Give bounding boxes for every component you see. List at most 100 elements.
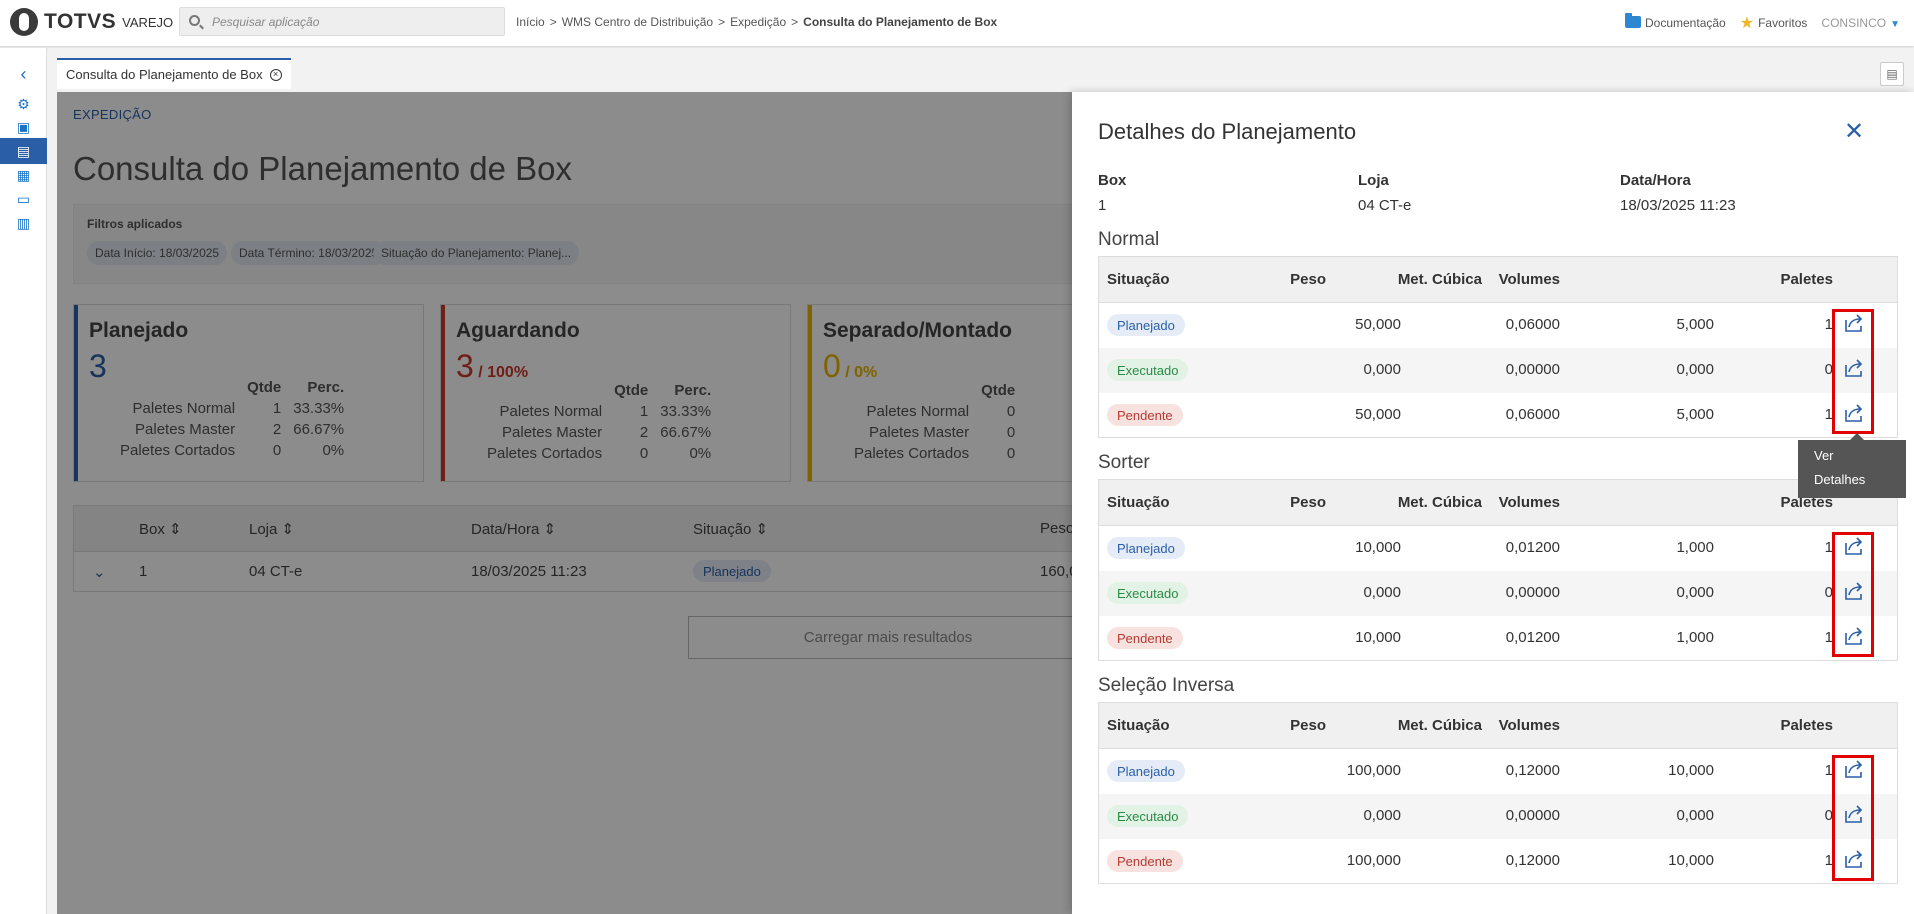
- panel-title: Detalhes do Planejamento: [1098, 119, 1357, 144]
- breadcrumb-wms[interactable]: WMS Centro de Distribuição: [562, 15, 713, 29]
- header-cubica: Met. Cúbica: [1397, 494, 1482, 511]
- brand-name: TOTVS: [44, 10, 117, 33]
- modal-backdrop[interactable]: [57, 92, 1072, 914]
- cell-peso: 10,000: [1355, 629, 1401, 646]
- table-row: Planejado 100,000 0,12000 10,000 1: [1099, 749, 1897, 794]
- top-bar: TOTVS VAREJO Início > WMS Centro de Dist…: [0, 0, 1914, 47]
- star-icon: ★: [1739, 15, 1755, 32]
- brand-product: VAREJO: [122, 14, 174, 30]
- folder-icon: [1625, 13, 1641, 28]
- documentation-link[interactable]: Documentação: [1625, 13, 1726, 30]
- documentation-label: Documentação: [1645, 16, 1726, 30]
- table-icon[interactable]: ▦: [0, 162, 47, 188]
- group-title-selecao-inversa: Seleção Inversa: [1098, 675, 1235, 696]
- close-tab-icon[interactable]: ×: [269, 68, 282, 81]
- cell-volumes: 1,000: [1676, 539, 1714, 556]
- table-row: Pendente 10,000 0,01200 1,000 1: [1099, 616, 1897, 660]
- cell-cubica: 0,12000: [1505, 762, 1560, 779]
- status-badge: Pendente: [1107, 404, 1183, 426]
- table-row: Executado 0,000 0,00000 0,000 0: [1099, 348, 1897, 393]
- header-situacao: Situação: [1107, 717, 1170, 734]
- cell-cubica: 0,00000: [1505, 361, 1560, 378]
- status-badge: Planejado: [1107, 314, 1185, 336]
- tab-label: Consulta do Planejamento de Box: [66, 67, 263, 82]
- breadcrumb-separator: >: [791, 15, 799, 29]
- selecao-inversa-table: Situação Peso Volumes Met. Cúbica Palete…: [1098, 702, 1898, 884]
- top-right-menu: Documentação ★ Favoritos CONSINCO ▼: [1625, 13, 1900, 33]
- cell-volumes: 10,000: [1668, 762, 1714, 779]
- breadcrumb-separator: >: [718, 15, 726, 29]
- table-row: Pendente 100,000 0,12000 10,000 1: [1099, 839, 1897, 883]
- info-box-value: 1: [1098, 197, 1107, 214]
- sidebar: ‹ ⚙ ▣ ▤ ▦ ▭ ▥: [0, 48, 47, 914]
- header-peso: Peso: [1290, 494, 1326, 511]
- breadcrumb-current: Consulta do Planejamento de Box: [803, 15, 998, 29]
- header-peso: Peso: [1290, 271, 1326, 288]
- status-badge: Executado: [1107, 582, 1189, 604]
- status-badge: Pendente: [1107, 627, 1183, 649]
- user-menu[interactable]: CONSINCO ▼: [1821, 16, 1900, 30]
- details-panel: Detalhes do Planejamento ✕ Box 1 Loja 04…: [1072, 92, 1914, 914]
- header-cubica: Met. Cúbica: [1397, 271, 1482, 288]
- status-badge: Executado: [1107, 805, 1189, 827]
- status-badge: Executado: [1107, 359, 1189, 381]
- totvs-logo[interactable]: TOTVS VAREJO: [10, 8, 173, 36]
- breadcrumb-expedicao[interactable]: Expedição: [730, 15, 786, 29]
- cell-peso: 0,000: [1363, 584, 1401, 601]
- cell-cubica: 0,00000: [1505, 584, 1560, 601]
- info-loja-value: 04 CT-e: [1358, 197, 1412, 214]
- bus-icon[interactable]: ▥: [0, 210, 47, 236]
- tooltip-line: Detalhes: [1814, 472, 1866, 487]
- truck-icon[interactable]: ▤: [0, 138, 47, 164]
- box-icon[interactable]: ▣: [0, 114, 47, 140]
- breadcrumb-inicio[interactable]: Início: [516, 15, 545, 29]
- breadcrumb: Início > WMS Centro de Distribuição > Ex…: [516, 15, 997, 29]
- tooltip: Ver Detalhes: [1798, 433, 1906, 498]
- info-datahora-value: 18/03/2025 11:23: [1620, 197, 1736, 214]
- info-datahora-label: Data/Hora: [1620, 172, 1691, 189]
- group-title-sorter: Sorter: [1098, 452, 1150, 473]
- cell-peso: 50,000: [1355, 406, 1401, 423]
- table-row: Executado 0,000 0,00000 0,000 0: [1099, 571, 1897, 616]
- cell-volumes: 0,000: [1676, 584, 1714, 601]
- close-icon[interactable]: ✕: [1840, 120, 1868, 148]
- header-cubica: Met. Cúbica: [1397, 717, 1482, 734]
- info-loja-label: Loja: [1358, 172, 1389, 189]
- header-volumes: Volumes: [1498, 271, 1560, 288]
- cell-volumes: 5,000: [1676, 406, 1714, 423]
- sorter-table: Situação Peso Volumes Met. Cúbica Palete…: [1098, 479, 1898, 661]
- chevron-down-icon: ▼: [1890, 19, 1900, 30]
- favorites-label: Favoritos: [1758, 16, 1808, 30]
- monitor-icon[interactable]: ▭: [0, 186, 47, 212]
- normal-table: Situação Peso Volumes Met. Cúbica Palete…: [1098, 256, 1898, 438]
- table-row: Planejado 10,000 0,01200 1,000 1: [1099, 526, 1897, 571]
- collapse-sidebar-icon[interactable]: ‹: [0, 61, 47, 87]
- favorites-link[interactable]: ★ Favoritos: [1740, 13, 1808, 33]
- table-header: Situação Peso Volumes Met. Cúbica Palete…: [1099, 703, 1897, 749]
- header-peso: Peso: [1290, 717, 1326, 734]
- cell-volumes: 5,000: [1676, 316, 1714, 333]
- header-situacao: Situação: [1107, 271, 1170, 288]
- cell-peso: 0,000: [1363, 807, 1401, 824]
- tab-consulta-planejamento[interactable]: Consulta do Planejamento de Box ×: [57, 58, 291, 89]
- cell-cubica: 0,01200: [1505, 539, 1560, 556]
- table-row: Planejado 50,000 0,06000 5,000 1: [1099, 303, 1897, 348]
- cell-cubica: 0,06000: [1505, 316, 1560, 333]
- cell-peso: 100,000: [1346, 762, 1401, 779]
- tooltip-line: Ver: [1814, 448, 1834, 463]
- search-box[interactable]: [179, 7, 505, 36]
- header-paletes: Paletes: [1780, 271, 1833, 288]
- status-badge: Planejado: [1107, 760, 1185, 782]
- info-box-label: Box: [1098, 172, 1127, 189]
- close-all-tabs-icon[interactable]: ▤: [1880, 62, 1904, 86]
- table-header: Situação Peso Volumes Met. Cúbica Palete…: [1099, 480, 1897, 526]
- tab-row: Consulta do Planejamento de Box × ▤: [48, 48, 1914, 92]
- cell-peso: 100,000: [1346, 852, 1401, 869]
- header-situacao: Situação: [1107, 494, 1170, 511]
- cell-volumes: 0,000: [1676, 807, 1714, 824]
- cell-volumes: 10,000: [1668, 852, 1714, 869]
- status-badge: Pendente: [1107, 850, 1183, 872]
- cell-peso: 10,000: [1355, 539, 1401, 556]
- search-input[interactable]: [212, 13, 497, 31]
- highlight-box: [1832, 532, 1874, 657]
